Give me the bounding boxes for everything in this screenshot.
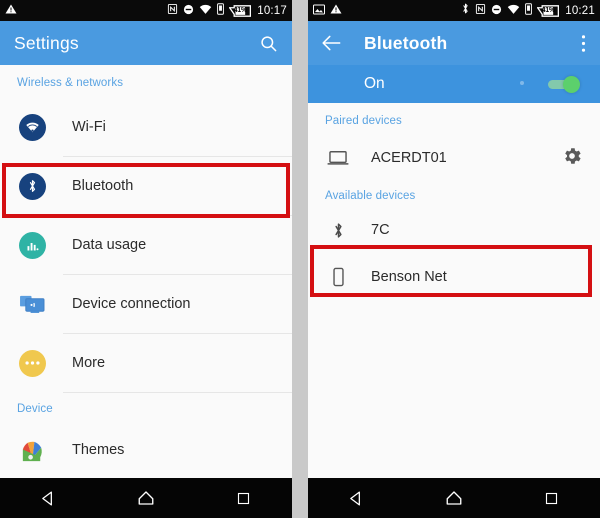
left-navigation-bar (0, 478, 292, 518)
sim-card-icon (217, 2, 225, 20)
laptop-icon (325, 150, 351, 167)
data-usage-badge-icon (17, 231, 47, 259)
wifi-badge-icon (17, 113, 47, 141)
device-name: Benson Net (371, 269, 447, 285)
do-not-disturb-icon (183, 2, 194, 20)
do-not-disturb-icon (491, 2, 502, 20)
bluetooth-toggle-switch[interactable] (520, 76, 582, 93)
settings-row-more[interactable]: More (0, 334, 292, 392)
phone-icon (325, 267, 351, 287)
settings-list: Wireless & networks Wi-Fi Bluetooth Data… (0, 65, 292, 478)
device-row-benson-net[interactable]: Benson Net (308, 252, 600, 302)
settings-row-themes[interactable]: Themes (0, 421, 292, 478)
nfc-icon (167, 2, 178, 20)
status-bar-clock: 10:21 (565, 4, 595, 17)
settings-row-label: Themes (72, 442, 125, 458)
bluetooth-badge-icon (17, 172, 47, 200)
section-header-paired-devices: Paired devices (325, 115, 402, 127)
settings-gear-icon[interactable] (561, 145, 583, 172)
back-triangle-icon[interactable] (24, 483, 74, 513)
search-icon[interactable] (259, 34, 278, 53)
status-bar-clock: 10:17 (257, 4, 287, 17)
battery-icon: 41% (537, 4, 560, 17)
settings-row-device-connection[interactable]: Device connection (0, 275, 292, 333)
toggle-knob (563, 76, 580, 93)
warning-triangle-icon (5, 2, 17, 20)
bluetooth-app-bar: Bluetooth (308, 21, 600, 65)
home-icon[interactable] (121, 483, 171, 513)
battery-icon: 41% (229, 4, 252, 17)
bluetooth-icon (325, 221, 351, 240)
device-name: ACERDT01 (371, 150, 447, 166)
dual-phone-screenshot: 41% 10:17 Settings Wireless & networks W… (0, 0, 600, 518)
sim-card-icon (525, 2, 533, 20)
bluetooth-device-list: Paired devices ACERDT01 Available device… (308, 103, 600, 478)
wifi-icon (199, 2, 212, 20)
left-phone-settings-screen: 41% 10:17 Settings Wireless & networks W… (0, 0, 292, 518)
bluetooth-icon (461, 2, 470, 20)
section-header-available-devices: Available devices (325, 190, 416, 202)
bluetooth-state-label: On (364, 75, 385, 92)
settings-row-label: Data usage (72, 237, 147, 253)
wifi-icon (507, 2, 520, 20)
arrow-back-icon[interactable] (321, 34, 342, 52)
battery-percent-label: 41% (541, 6, 555, 14)
settings-app-bar: Settings (0, 21, 292, 65)
settings-row-label: Bluetooth (72, 178, 134, 194)
device-connection-icon (17, 293, 47, 316)
home-icon[interactable] (429, 483, 479, 513)
screenshot-icon (313, 2, 325, 20)
battery-percent-label: 41% (233, 6, 247, 14)
page-title: Bluetooth (364, 32, 448, 53)
recents-square-icon[interactable] (526, 483, 576, 513)
settings-row-label: Device connection (72, 296, 191, 312)
settings-row-wifi[interactable]: Wi-Fi (0, 98, 292, 156)
settings-row-data-usage[interactable]: Data usage (0, 216, 292, 274)
device-row-acerdt01[interactable]: ACERDT01 (308, 136, 600, 180)
bluetooth-toggle-row[interactable]: On (308, 65, 600, 103)
right-navigation-bar (308, 478, 600, 518)
section-header-wireless: Wireless & networks (17, 77, 124, 89)
warning-triangle-icon (330, 2, 342, 20)
device-name: 7C (371, 222, 390, 238)
settings-row-label: Wi-Fi (72, 119, 106, 135)
nfc-icon (475, 2, 486, 20)
toggle-ripple-dot (520, 81, 524, 85)
back-triangle-icon[interactable] (332, 483, 382, 513)
section-header-device: Device (17, 403, 53, 415)
left-status-bar: 41% 10:17 (0, 0, 292, 21)
recents-square-icon[interactable] (218, 483, 268, 513)
right-phone-bluetooth-screen: 41% 10:21 Bluetooth On Paired devices AC… (308, 0, 600, 518)
right-status-bar: 41% 10:21 (308, 0, 600, 21)
more-dots-badge-icon (17, 349, 47, 377)
overflow-menu-icon[interactable] (581, 34, 586, 53)
settings-row-label: More (72, 355, 106, 371)
settings-row-bluetooth[interactable]: Bluetooth (0, 157, 292, 215)
page-title: Settings (14, 32, 79, 53)
themes-palette-icon (17, 437, 47, 464)
device-row-7c[interactable]: 7C (308, 208, 600, 252)
